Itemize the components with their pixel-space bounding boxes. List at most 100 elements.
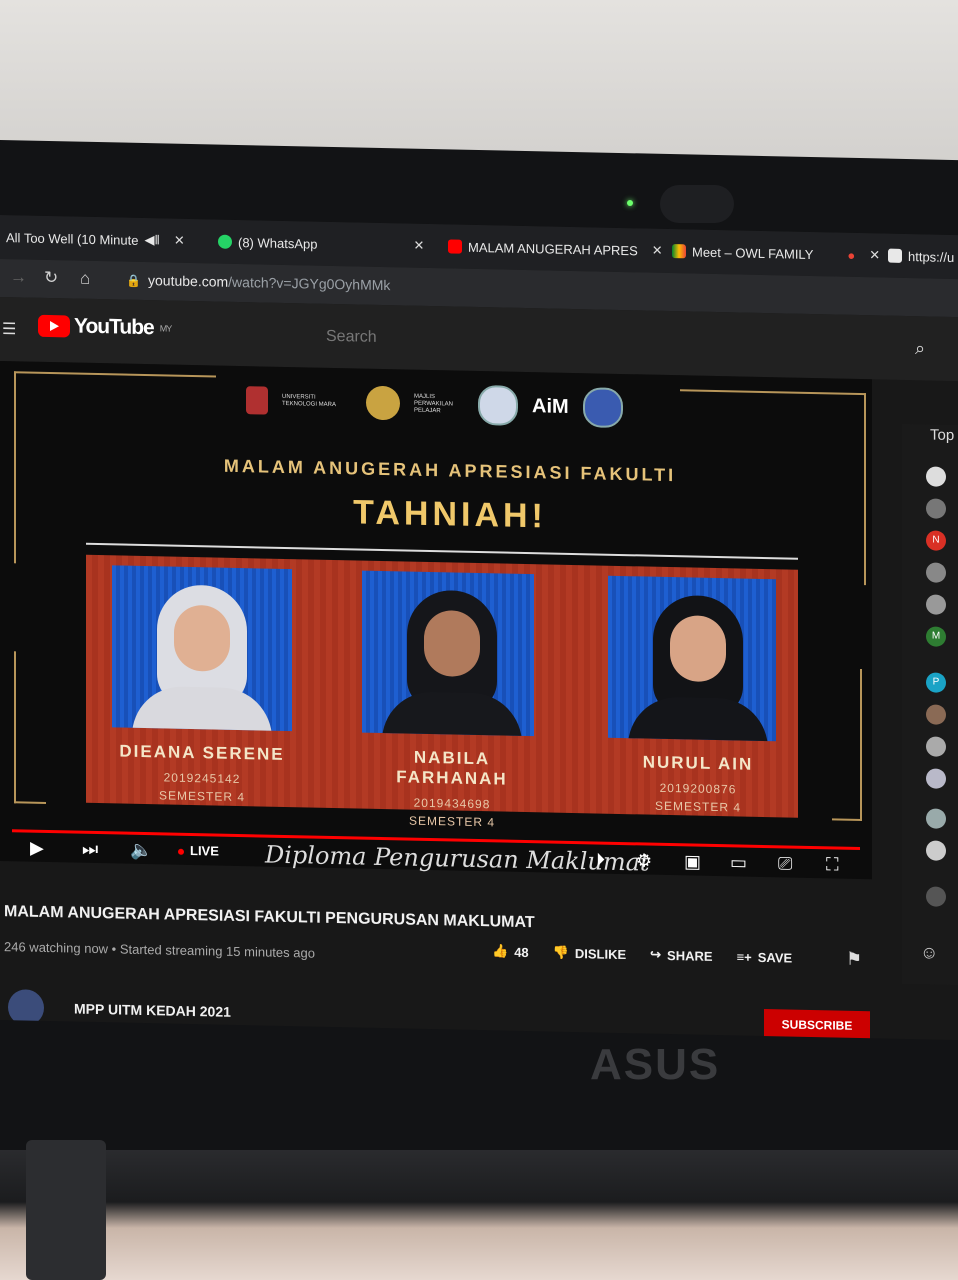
- webcam-led: [627, 200, 633, 206]
- chat-avatar[interactable]: [926, 498, 946, 519]
- menu-icon[interactable]: ☰: [2, 319, 16, 339]
- chat-avatar[interactable]: N: [926, 530, 946, 551]
- uitm-crest-icon: [246, 386, 268, 415]
- url-domain: youtube.com: [148, 272, 229, 290]
- semester: SEMESTER 4: [654, 798, 742, 815]
- winner-card: NABILA FARHANAH 2019434698 SEMESTER 4: [362, 570, 542, 833]
- forward-icon[interactable]: →: [10, 267, 27, 287]
- subscribe-button[interactable]: SUBSCRIBE: [764, 1009, 870, 1041]
- chat-avatar[interactable]: [926, 840, 946, 861]
- winner-meta: 2019245142 SEMESTER 4: [112, 767, 292, 807]
- fullscreen-icon[interactable]: ⛶: [826, 854, 839, 875]
- tab-youtube[interactable]: MALAM ANUGERAH APRES ✕: [448, 232, 663, 264]
- webcam: [660, 185, 734, 223]
- laptop-hinge: [26, 1140, 106, 1280]
- url-field[interactable]: youtube.com/watch?v=JGYg0OyhMMk: [148, 272, 390, 293]
- tab-whatsapp[interactable]: (8) WhatsApp ✕: [218, 228, 424, 260]
- chat-avatar[interactable]: [926, 466, 946, 487]
- settings-icon[interactable]: ⚙: [636, 850, 652, 871]
- view-count: 246 watching now • Started streaming 15 …: [4, 939, 315, 961]
- theater-icon[interactable]: ▭: [730, 852, 747, 873]
- body-shape: [132, 685, 272, 732]
- semester: SEMESTER 4: [408, 813, 496, 830]
- dislike-button[interactable]: 👎 DISLIKE: [553, 945, 626, 963]
- chat-avatar[interactable]: [926, 768, 946, 789]
- aim-logo: AiM: [532, 394, 569, 418]
- winner-card: DIEANA SERENE 2019245142 SEMESTER 4: [112, 565, 292, 807]
- action-bar: 👍 48 👎 DISLIKE ↪ SHARE ≡+ SAVE: [492, 943, 792, 965]
- winner-photo: [362, 570, 534, 737]
- video-player[interactable]: UNIVERSITI TEKNOLOGI MARA MAJLIS PERWAKI…: [0, 361, 872, 880]
- next-icon[interactable]: ⏭: [82, 839, 98, 860]
- corner-ornament: [14, 651, 46, 804]
- speaker-icon[interactable]: ◀‖: [144, 232, 159, 248]
- winner-name: DIEANA SERENE: [119, 741, 285, 764]
- like-button[interactable]: 👍 48: [492, 943, 529, 960]
- chat-avatar[interactable]: [926, 704, 946, 725]
- chat-header[interactable]: Top: [930, 426, 954, 444]
- whatsapp-icon: [218, 234, 232, 249]
- reload-icon[interactable]: ↻: [44, 268, 58, 288]
- chat-avatar[interactable]: [926, 886, 946, 907]
- share-icon: ↪: [650, 946, 662, 962]
- dislike-label: DISLIKE: [574, 945, 627, 962]
- save-button[interactable]: ≡+ SAVE: [737, 948, 793, 965]
- laptop-base: [0, 1150, 958, 1280]
- home-icon[interactable]: ⌂: [80, 269, 90, 289]
- winner-name: NURUL AIN: [642, 752, 754, 774]
- url-path: /watch?v=JGYg0OyhMMk: [228, 273, 391, 294]
- live-badge[interactable]: LIVE: [178, 843, 219, 859]
- playlist-add-icon: ≡+: [736, 948, 752, 965]
- recording-icon: ●: [847, 247, 856, 263]
- tab-other[interactable]: https://u: [888, 242, 954, 271]
- winner-photo: [112, 565, 292, 732]
- youtube-wordmark: YouTube: [74, 314, 154, 340]
- volume-icon[interactable]: 🔈: [130, 840, 152, 861]
- player-controls: ▶ ⏭ 🔈 LIVE Diploma Pengurusan Maklumat ⏵…: [0, 835, 872, 879]
- youtube-play-icon: [38, 314, 70, 338]
- youtube-icon: [448, 239, 462, 254]
- winner-meta: 2019434698 SEMESTER 4: [362, 793, 542, 833]
- tab-label: Meet – OWL FAMILY: [692, 243, 814, 262]
- chat-avatar[interactable]: P: [926, 672, 946, 693]
- corner-ornament: [832, 668, 862, 822]
- tab-all-too-well[interactable]: All Too Well (10 Minute ◀‖ ✕: [6, 223, 185, 255]
- tab-label: All Too Well (10 Minute: [6, 229, 139, 248]
- mpp-logo-text: MAJLIS PERWAKILAN PELAJAR: [414, 393, 454, 414]
- region-code: MY: [159, 323, 172, 334]
- face-shape: [670, 615, 726, 683]
- body-shape: [628, 696, 768, 742]
- chat-avatar[interactable]: [926, 736, 946, 757]
- chat-avatar[interactable]: [926, 808, 946, 829]
- video-title: MALAM ANUGERAH APRESIASI FAKULTI PENGURU…: [4, 903, 535, 932]
- share-label: SHARE: [667, 947, 713, 964]
- thumbs-down-icon: 👎: [552, 944, 569, 960]
- tab-meet[interactable]: Meet – OWL FAMILY ● ✕: [672, 237, 880, 269]
- winners-panel: DIEANA SERENE 2019245142 SEMESTER 4 NABIL…: [86, 554, 798, 829]
- chat-avatar[interactable]: M: [926, 626, 946, 647]
- chat-avatar[interactable]: [926, 594, 946, 615]
- face-shape: [424, 609, 480, 678]
- cast-icon[interactable]: ⎚: [778, 853, 792, 874]
- semester: SEMESTER 4: [158, 788, 246, 805]
- report-flag-icon[interactable]: ⚑: [846, 949, 862, 970]
- close-icon[interactable]: ✕: [413, 238, 424, 254]
- search-icon[interactable]: ⌕: [915, 338, 925, 359]
- page-icon: [888, 248, 902, 263]
- share-button[interactable]: ↪ SHARE: [650, 947, 712, 964]
- autoplay-toggle-icon[interactable]: ⏵: [596, 849, 605, 870]
- chat-avatar[interactable]: [926, 562, 946, 583]
- club-logo-icon: [582, 387, 623, 429]
- miniplayer-icon[interactable]: ▣: [684, 851, 701, 872]
- tab-label: https://u: [908, 248, 955, 265]
- winner-photo: [608, 575, 776, 742]
- close-icon[interactable]: ✕: [652, 243, 663, 259]
- emoji-icon[interactable]: ☺: [920, 942, 938, 963]
- close-icon[interactable]: ✕: [174, 233, 185, 249]
- search-input[interactable]: Search: [326, 328, 377, 347]
- channel-name[interactable]: MPP UITM KEDAH 2021: [74, 1001, 231, 1020]
- faculty-logo-icon: [478, 385, 518, 426]
- close-icon[interactable]: ✕: [869, 247, 880, 263]
- play-icon[interactable]: ▶: [30, 838, 44, 859]
- youtube-logo[interactable]: YouTube MY: [38, 314, 171, 341]
